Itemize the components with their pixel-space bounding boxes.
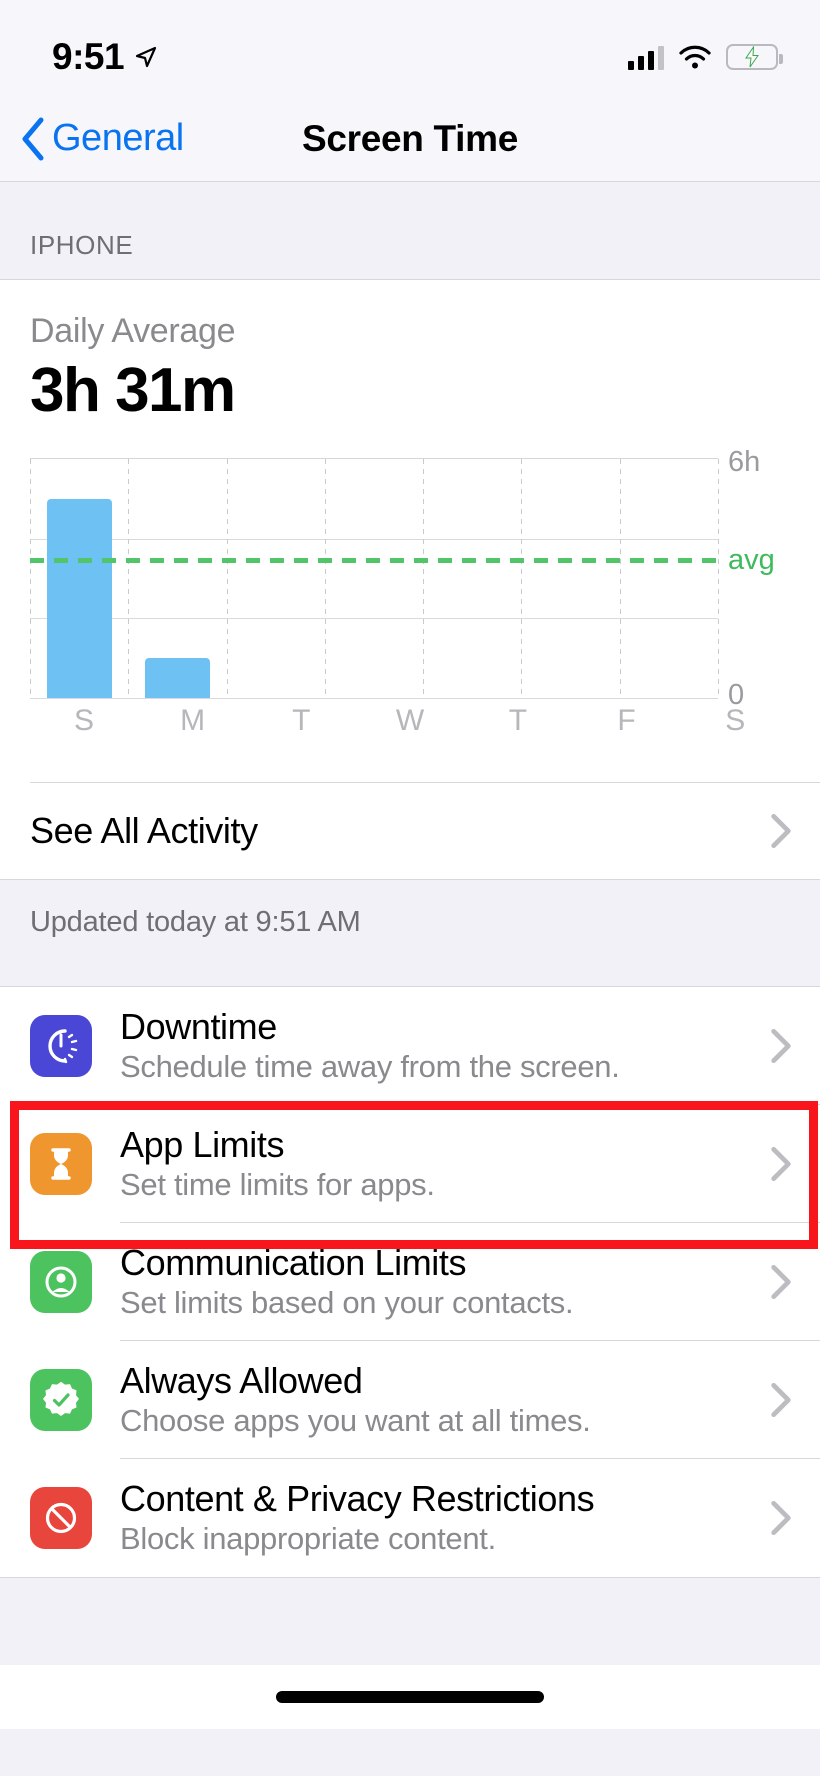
bolt-icon <box>745 46 759 68</box>
chart-day-label-4: T <box>508 704 528 737</box>
feature-text-content-privacy-restrictions: Content & Privacy Restrictions Block ina… <box>120 1478 595 1556</box>
chart-day-label-6: S <box>725 704 746 737</box>
status-bar: 9:51 <box>0 0 820 96</box>
bottom-filler <box>0 1577 820 1665</box>
prohibition-icon <box>30 1487 92 1549</box>
checkmark-seal-icon <box>30 1369 92 1431</box>
feature-subtitle: Schedule time away from the screen. <box>120 1048 620 1084</box>
see-all-activity-row[interactable]: See All Activity <box>0 783 820 879</box>
chart-axis-labels: 6h avg 0 <box>718 446 790 711</box>
feature-text-app-limits: App Limits Set time limits for apps. <box>120 1125 435 1202</box>
daily-average-label: Daily Average <box>30 312 236 350</box>
chevron-right-icon <box>771 1382 791 1418</box>
feature-title: Downtime <box>120 1006 277 1048</box>
chart-day-label-5: F <box>617 704 636 737</box>
home-indicator[interactable] <box>276 1691 544 1703</box>
feature-title: Communication Limits <box>120 1242 467 1284</box>
chevron-right-icon <box>771 813 791 849</box>
feature-title: App Limits <box>120 1124 285 1166</box>
chart-day-label-2: T <box>292 704 311 737</box>
usage-summary-card: Daily Average 3h 31m 6h avg 0 S M T W T … <box>0 280 820 879</box>
downtime-icon <box>30 1015 92 1077</box>
chart-average-line <box>30 557 718 563</box>
chart-axis-label-avg: avg <box>728 544 775 577</box>
feature-text-communication-limits: Communication Limits Set limits based on… <box>120 1242 574 1320</box>
chevron-right-icon <box>771 1028 791 1064</box>
section-header-iphone: IPHONE <box>0 182 820 280</box>
chevron-left-icon <box>22 117 44 160</box>
person-circle-icon <box>30 1251 92 1313</box>
screen-time-settings-screen: 9:51 General Screen Time IPHONE Daily Av… <box>0 0 820 1776</box>
chart-day-label-1: M <box>180 704 206 737</box>
feature-subtitle: Block inappropriate content. <box>120 1520 496 1556</box>
chart-plot-area <box>30 458 719 699</box>
back-button[interactable]: General <box>0 116 184 162</box>
feature-row-always-allowed[interactable]: Always Allowed Choose apps you want at a… <box>0 1341 820 1459</box>
chart-bar-monday <box>144 658 211 698</box>
screen-time-features-list: Downtime Schedule time away from the scr… <box>0 987 820 1577</box>
hourglass-icon <box>30 1133 92 1195</box>
back-button-label: General <box>52 117 184 159</box>
feature-subtitle: Choose apps you want at all times. <box>120 1402 591 1438</box>
feature-row-communication-limits[interactable]: Communication Limits Set limits based on… <box>0 1223 820 1341</box>
feature-text-always-allowed: Always Allowed Choose apps you want at a… <box>120 1361 591 1438</box>
feature-subtitle: Set time limits for apps. <box>120 1166 435 1202</box>
feature-title: Always Allowed <box>120 1360 363 1402</box>
daily-average-block: Daily Average 3h 31m <box>0 280 820 426</box>
status-bar-clock: 9:51 <box>52 36 125 77</box>
feature-row-content-privacy-restrictions[interactable]: Content & Privacy Restrictions Block ina… <box>0 1459 820 1577</box>
feature-subtitle: Set limits based on your contacts. <box>120 1284 574 1320</box>
chart-bar-sunday <box>46 498 112 698</box>
feature-text-downtime: Downtime Schedule time away from the scr… <box>120 1007 620 1084</box>
weekly-usage-chart[interactable]: 6h avg 0 <box>30 446 790 711</box>
wifi-icon <box>679 45 711 69</box>
feature-title: Content & Privacy Restrictions <box>120 1478 595 1520</box>
home-indicator-area <box>0 1665 820 1729</box>
chart-day-label-3: W <box>395 704 425 737</box>
location-arrow-icon <box>135 46 157 68</box>
feature-row-downtime[interactable]: Downtime Schedule time away from the scr… <box>0 987 820 1105</box>
navigation-bar: General Screen Time <box>0 96 820 182</box>
chevron-right-icon <box>771 1264 791 1300</box>
feature-row-app-limits[interactable]: App Limits Set time limits for apps. <box>0 1105 820 1223</box>
chevron-right-icon <box>771 1146 791 1182</box>
status-bar-right <box>628 44 783 70</box>
cellular-bars-icon <box>628 44 664 70</box>
chart-bars <box>30 459 718 698</box>
status-bar-left: 9:51 <box>52 36 158 78</box>
daily-average-value: 3h 31m <box>30 356 236 425</box>
chart-axis-label-max: 6h <box>728 446 761 478</box>
chart-day-labels: S M T W T F S <box>30 704 790 756</box>
chart-day-label-0: S <box>73 704 94 737</box>
battery-charging-icon <box>726 44 783 70</box>
updated-note: Updated today at 9:51 AM <box>0 879 820 987</box>
see-all-activity-label: See All Activity <box>30 810 258 851</box>
chevron-right-icon <box>771 1500 791 1536</box>
